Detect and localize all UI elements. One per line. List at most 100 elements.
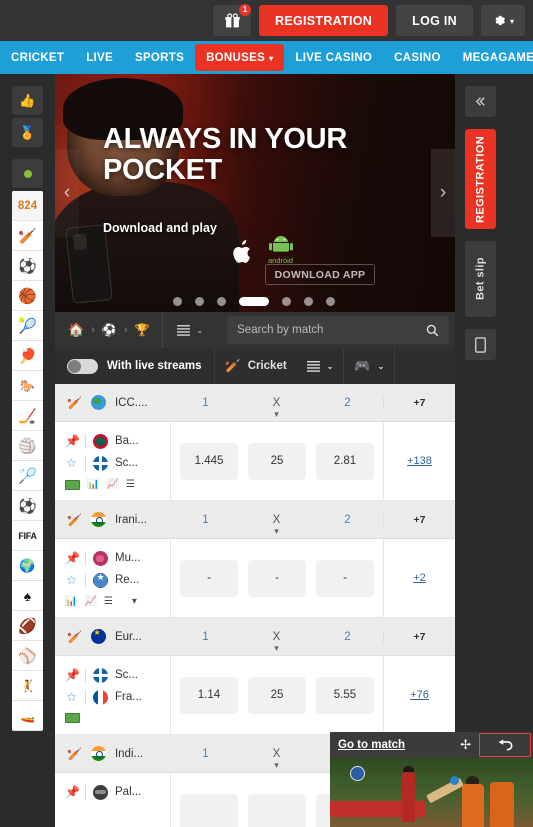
download-app-button[interactable]: DOWNLOAD APP: [265, 264, 375, 285]
list-view-filter[interactable]: ⌄: [297, 360, 344, 372]
move-handle-icon[interactable]: ✢: [460, 737, 471, 753]
chevron-down-icon[interactable]: ▾: [274, 409, 279, 420]
sidebar-item-live-count[interactable]: 824: [12, 191, 43, 221]
odd-button-1[interactable]: [180, 793, 238, 827]
league-header-row[interactable]: 🏏 Irani... 1 X ▾ 2 +7: [55, 501, 455, 539]
bet-slip-button[interactable]: Bet slip: [465, 241, 496, 317]
nav-item-live-casino[interactable]: LIVE CASINO: [284, 41, 383, 74]
banner-next-button[interactable]: ›: [431, 149, 455, 237]
registration-button[interactable]: REGISTRATION: [259, 5, 389, 36]
chart-icon[interactable]: 📈: [106, 479, 118, 490]
sidebar-item-american-football[interactable]: 🏈: [12, 611, 43, 641]
sidebar-item-cricket[interactable]: 🏏: [12, 221, 43, 251]
star-icon[interactable]: ☆: [65, 690, 78, 704]
banner-dot[interactable]: [282, 297, 291, 306]
table-row[interactable]: 📌 Sc... ☆ Fra... 1.14 25 5.55 +76: [55, 656, 455, 735]
odd-button-2[interactable]: 5.55: [316, 676, 374, 714]
odd-button-x[interactable]: 25: [248, 442, 306, 480]
odd-button-2[interactable]: 2.81: [316, 442, 374, 480]
nav-item-megagames[interactable]: MEGAGAMES ▾: [452, 41, 533, 74]
match-more-markets[interactable]: +76: [383, 656, 455, 734]
sidebar-item-tennis[interactable]: 🎾: [12, 311, 43, 341]
chevron-down-icon[interactable]: ▾: [274, 526, 279, 537]
sidebar-item-handball[interactable]: 🤾: [12, 671, 43, 701]
registration-side-button[interactable]: REGISTRATION: [465, 129, 496, 229]
chevron-down-icon[interactable]: ▾: [274, 643, 279, 654]
cash-out-icon[interactable]: [65, 713, 80, 723]
sidebar-item-baseball[interactable]: ⚾: [12, 641, 43, 671]
search-box[interactable]: [227, 316, 449, 344]
games-filter[interactable]: 🎮 ⌄: [344, 358, 394, 374]
nav-item-casino[interactable]: CASINO: [383, 41, 452, 74]
pin-icon[interactable]: 📌: [65, 434, 80, 448]
table-row[interactable]: 📌 Mu... ☆ Re... 📊 📈 ☰: [55, 539, 455, 618]
banner-dot[interactable]: [173, 297, 182, 306]
table-row[interactable]: 📌 Ba... ☆ Sc... 📊 📈 ☰ 1.445 25 2.81 +138: [55, 422, 455, 501]
odd-button-x[interactable]: [248, 793, 306, 827]
go-to-match-link[interactable]: Go to match: [338, 739, 405, 751]
odd-button-x[interactable]: 25: [248, 676, 306, 714]
banner-dot[interactable]: [304, 297, 313, 306]
sidebar-item-soccer[interactable]: ⚽: [12, 251, 43, 281]
odd-button-1[interactable]: -: [180, 559, 238, 597]
statistics-icon[interactable]: 📊: [87, 479, 99, 490]
nav-item-live[interactable]: LIVE: [75, 41, 124, 74]
match-more-markets[interactable]: +138: [383, 422, 455, 500]
odd-button-1[interactable]: 1.14: [180, 676, 238, 714]
odd-button-x[interactable]: -: [248, 559, 306, 597]
banner-dot[interactable]: [326, 297, 335, 306]
search-input[interactable]: [237, 324, 420, 336]
collapse-sidebar-button[interactable]: [465, 86, 496, 117]
league-more-count[interactable]: +7: [383, 396, 455, 409]
banner-dot-active[interactable]: [239, 297, 269, 306]
mobile-app-button[interactable]: [465, 329, 496, 360]
sidebar-item-table-tennis[interactable]: 🏓: [12, 341, 43, 371]
sidebar-item-basketball[interactable]: 🏀: [12, 281, 43, 311]
banner-prev-button[interactable]: ‹: [55, 149, 79, 237]
login-button[interactable]: LOG IN: [396, 5, 473, 36]
star-icon[interactable]: ☆: [65, 573, 78, 587]
league-header-row[interactable]: 🏏 Eur... 1 X▾ 2 +7: [55, 618, 455, 656]
pin-icon[interactable]: 📌: [65, 668, 80, 682]
sidebar-item-badminton[interactable]: 🏸: [12, 461, 43, 491]
nav-item-cricket[interactable]: CRICKET: [0, 41, 75, 74]
pin-icon[interactable]: 📌: [65, 785, 80, 799]
sidebar-item-volleyball[interactable]: 🏐: [12, 431, 43, 461]
sidebar-item-futsal[interactable]: ⚽: [12, 491, 43, 521]
sidebar-item-ice-hockey[interactable]: 🏒: [12, 401, 43, 431]
lineups-icon[interactable]: ☰: [126, 479, 135, 490]
nav-item-sports[interactable]: SPORTS: [124, 41, 195, 74]
odd-button-1[interactable]: 1.445: [180, 442, 238, 480]
live-streams-toggle[interactable]: With live streams: [55, 358, 214, 374]
view-mode-selector[interactable]: ⌄: [163, 312, 217, 348]
chart-icon[interactable]: 📈: [84, 596, 96, 607]
odd-button-2[interactable]: -: [316, 559, 374, 597]
gift-button[interactable]: 1: [213, 4, 252, 36]
trophy-icon[interactable]: 🏆: [134, 323, 149, 337]
sidebar-item-favourites[interactable]: 👍: [12, 86, 43, 115]
banner-dot[interactable]: [217, 297, 226, 306]
sidebar-item-blackjack[interactable]: ♠: [12, 581, 43, 611]
lineups-icon[interactable]: ☰: [104, 596, 113, 607]
league-more-count[interactable]: +7: [383, 630, 455, 643]
video-player-overlay[interactable]: Go to match ✢: [330, 732, 533, 827]
statistics-icon[interactable]: 📊: [65, 596, 77, 607]
banner-dot[interactable]: [195, 297, 204, 306]
chevron-down-icon[interactable]: ▾: [274, 760, 279, 771]
toggle-switch[interactable]: [67, 358, 98, 374]
video-stream-frame[interactable]: [330, 758, 533, 827]
nav-item-bonuses[interactable]: BONUSES ▾: [195, 44, 285, 71]
sidebar-item-boat-racing[interactable]: 🚤: [12, 701, 43, 731]
video-close-button[interactable]: [479, 733, 531, 757]
sidebar-item-fifa[interactable]: FIFA: [12, 521, 43, 551]
pin-icon[interactable]: 📌: [65, 551, 80, 565]
home-icon[interactable]: 🏠: [68, 322, 84, 338]
soccer-ball-icon[interactable]: ⚽: [102, 323, 117, 337]
sidebar-item-horse-racing[interactable]: 🐎: [12, 371, 43, 401]
sport-filter[interactable]: 🏏 Cricket: [215, 358, 297, 374]
sidebar-item-esports[interactable]: 🌍: [12, 551, 43, 581]
cash-out-icon[interactable]: [65, 479, 80, 490]
league-more-count[interactable]: +7: [383, 513, 455, 526]
sidebar-item-live-status[interactable]: [12, 159, 43, 188]
expand-match-chevron-down-icon[interactable]: ▾: [132, 596, 137, 607]
